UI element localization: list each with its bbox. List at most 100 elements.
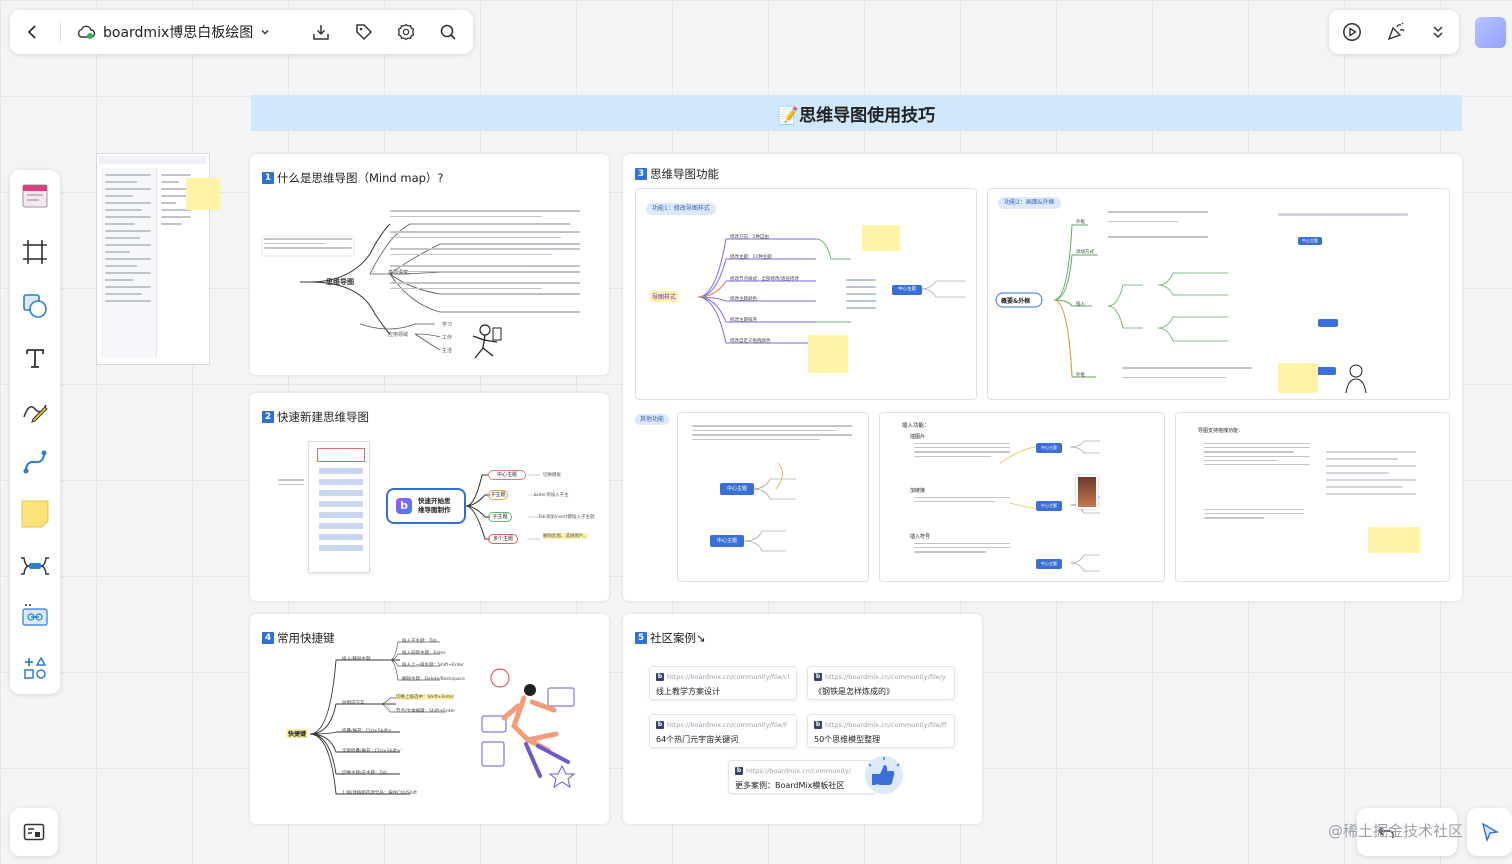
tag-button[interactable]: [349, 17, 379, 47]
shortcut-branch-2: 导图内交互: [342, 701, 365, 706]
summary-item-1: 外框: [1076, 220, 1085, 225]
card-quick-create[interactable]: 2 快速新建思维导图 b 快速开始思 维导图制作 中心主题 子主题 子主题 多个主题…: [250, 393, 609, 601]
style-item-2: 修改主题：11种主题: [730, 255, 772, 260]
function-summary-frame[interactable]: 功能2：画面&外框 概要&外框 外框 添加方式 插入 外框 中心主题: [987, 188, 1450, 400]
tool-frame-template[interactable]: [17, 178, 53, 214]
leaf-work: 工作: [442, 335, 453, 341]
summary-center-node: 概要&外框: [1001, 298, 1031, 305]
create-note-1: 切换模板: [543, 473, 561, 478]
drag-support-sticky: [1368, 527, 1420, 553]
pen-icon: [23, 404, 48, 423]
shortcut-sub-4: 删除主题：Delete/Backspace: [402, 677, 465, 682]
file-name: boardmix博思白板绘图: [103, 25, 254, 41]
more-functions-tag: 其他功能: [635, 414, 670, 425]
summary-text-lines: [1108, 211, 1208, 246]
summary-node-2: [1318, 319, 1338, 327]
toolbar-divider: [60, 22, 61, 42]
style-node: 中心主题: [892, 285, 922, 295]
thumbs-up-icon: [865, 756, 903, 794]
download-button[interactable]: [306, 17, 336, 47]
search-icon: [440, 24, 456, 40]
tool-frame[interactable]: [17, 234, 53, 270]
style-sticky-1: [862, 225, 900, 251]
frame-icon: [23, 240, 47, 264]
minimap-button[interactable]: [19, 817, 49, 847]
community-link-1[interactable]: b https://boardmix.cn/community/file/cl 线…: [649, 666, 797, 700]
chevron-left-icon: [27, 25, 36, 39]
canvas-mini-sticky[interactable]: [186, 178, 220, 210]
drag-support-lines-2: [1204, 509, 1304, 524]
tool-shape[interactable]: [17, 288, 53, 324]
tool-sticky-note[interactable]: [17, 496, 53, 532]
community-link-2[interactable]: b https://boardmix.cn/community/file/y 《钢…: [807, 666, 955, 700]
insert-node-3: 中心主题: [1036, 559, 1062, 569]
watermark: @稀土掘金技术社区: [1328, 822, 1464, 840]
mindmap-icon: [21, 557, 49, 575]
community-link-3[interactable]: b https://boardmix.cn/community/file/F 64…: [649, 714, 797, 748]
person-illustration: [472, 324, 502, 359]
style-item-4: 修改主题颜色: [730, 297, 757, 302]
card-title: 5 社区案例↘: [635, 630, 706, 646]
mindmap-center: 思维导图: [326, 278, 354, 286]
text-icon: [26, 349, 44, 368]
insert-links: [999, 440, 1100, 572]
drag-support-title: 导图支持拖拽功能：: [1198, 428, 1244, 434]
create-item-2: 子主题: [488, 490, 508, 500]
reading-illustration: [481, 668, 576, 789]
card-title: 3 思维导图功能: [635, 166, 719, 182]
download-icon: [313, 25, 329, 40]
summary-toolbar-mock: [1278, 213, 1408, 221]
shortcut-center: 快捷键: [286, 729, 309, 738]
card-shortcuts[interactable]: 4 常用快捷键 快捷键 插入/删除主题 导图内交互 折叠/展开：Ctrl+Shif…: [250, 614, 609, 824]
boardmix-logo-icon: b: [656, 721, 664, 729]
title-banner[interactable]: 📝思维导图使用技巧: [251, 95, 1462, 131]
present-button[interactable]: [1337, 17, 1367, 47]
tool-embed[interactable]: [17, 598, 53, 634]
definition-lines: [390, 210, 580, 294]
tool-pen[interactable]: [17, 392, 53, 428]
settings-button[interactable]: [391, 17, 421, 47]
shortcut-sub-2: 插入同级主题：Enter: [402, 651, 446, 656]
top-right-toolbar: [1329, 10, 1459, 54]
function-insert[interactable]: 插入功能： 插图片 加链接 插入符号 中心主题 中心主题 中心主题: [879, 412, 1165, 582]
community-link-5[interactable]: b https://boardmix.cn/community/ 更多案例：Boa…: [728, 760, 876, 794]
select-cursor-button[interactable]: [1475, 817, 1505, 847]
link-card-icon: [22, 604, 48, 626]
minimap-icon: [23, 823, 45, 841]
drag-support-mock: [1326, 451, 1416, 500]
boardmix-logo-icon: b: [656, 673, 664, 681]
summary-item-2: 添加方式: [1076, 250, 1094, 255]
drag-support-lines-1: [1204, 443, 1310, 470]
tool-connector[interactable]: [17, 444, 53, 480]
tag-icon: [356, 24, 373, 41]
summary-item-4: 外框: [1076, 373, 1085, 378]
card-functions[interactable]: 3 思维导图功能 功能1：修改导图样式 导图样式 修改方向：1种自由 修改主题：1…: [623, 154, 1462, 601]
summary-node: 中心主题: [1298, 237, 1322, 245]
style-mindmap: [697, 238, 966, 344]
shortcut-sub-6: 节点/文本编辑：Shift+Enter: [396, 709, 456, 714]
collapse-toolbar-button[interactable]: [1423, 17, 1453, 47]
file-name-dropdown[interactable]: boardmix博思白板绘图: [76, 20, 270, 44]
card-community[interactable]: 5 社区案例↘ b https://boardmix.cn/community/fi…: [623, 614, 982, 824]
card-what-is-mindmap[interactable]: 1 什么是思维导图（Mind map）? 思维导图 基础语意 应用领域 学习 工作…: [250, 154, 609, 375]
tool-text[interactable]: [17, 340, 53, 376]
shortcut-branch-4: 全部折叠/展开：Ctrl+Shift+': [342, 749, 403, 754]
function-drag-support[interactable]: 导图支持拖拽功能：: [1175, 412, 1450, 582]
back-button[interactable]: [18, 17, 48, 47]
drag-mindmap: [743, 462, 796, 552]
user-avatar[interactable]: [1475, 17, 1506, 48]
celebrate-button[interactable]: [1381, 17, 1411, 47]
connector-line-icon: [23, 450, 47, 474]
insert-node-1: 中心主题: [1036, 443, 1062, 453]
search-button[interactable]: [433, 17, 463, 47]
summary-item-3: 插入: [1076, 302, 1085, 307]
style-panel-mock: [846, 279, 876, 314]
create-item-1: 中心主题: [488, 470, 526, 480]
style-center-node: 导图样式: [650, 291, 679, 302]
function-drag-node[interactable]: 中心主题 中心主题: [677, 412, 869, 582]
tool-more[interactable]: [17, 650, 53, 686]
function-modify-style[interactable]: 功能1：修改导图样式 导图样式 修改方向：1种自由 修改主题：11种主题 修改节…: [635, 188, 977, 400]
tool-mindmap[interactable]: [17, 548, 53, 584]
banner-title: 📝思维导图使用技巧: [777, 105, 936, 126]
community-link-4[interactable]: b https://boardmix.cn/community/file/ff 5…: [807, 714, 955, 748]
